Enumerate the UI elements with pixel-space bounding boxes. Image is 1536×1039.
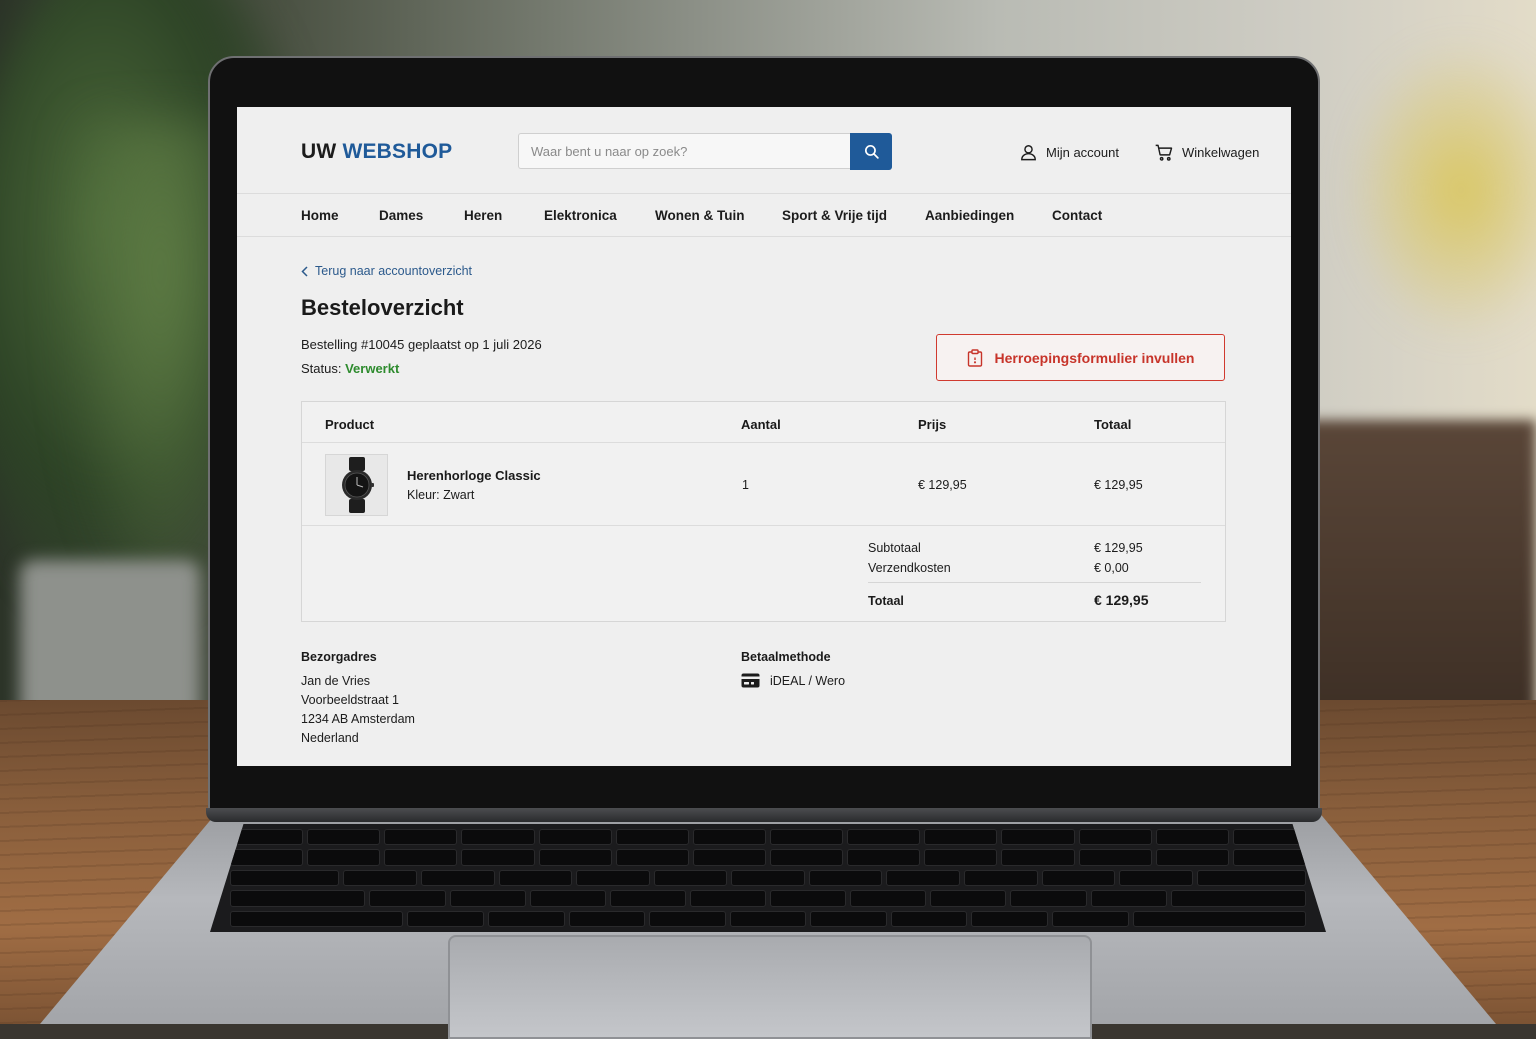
subtotal-label: Subtotaal xyxy=(868,541,921,555)
withdrawal-button-label: Herroepingsformulier invullen xyxy=(994,349,1195,366)
main-navigation: Home Dames Heren Elektronica Wonen & Tui… xyxy=(237,194,1291,237)
product-quantity: 1 xyxy=(742,478,749,492)
nav-item-wonen-tuin[interactable]: Wonen & Tuin xyxy=(655,208,744,223)
back-link-label: Terug naar accountoverzicht xyxy=(315,264,473,278)
logo-text-uw: UW xyxy=(301,140,337,163)
total-label: Totaal xyxy=(868,594,904,608)
page-title: Besteloverzicht xyxy=(301,295,464,320)
laptop-hinge xyxy=(206,808,1322,822)
nav-item-elektronica[interactable]: Elektronica xyxy=(544,208,617,223)
search-bar xyxy=(518,132,892,170)
order-status: Status: Verwerkt xyxy=(301,361,399,376)
site-logo[interactable]: UW WEBSHOP xyxy=(301,140,452,164)
clipboard-form-icon xyxy=(967,348,982,367)
nav-item-contact[interactable]: Contact xyxy=(1052,208,1102,223)
address-line-country: Nederland xyxy=(301,731,359,745)
laptop-keyboard xyxy=(210,824,1326,932)
payment-card-icon xyxy=(741,673,760,688)
header-divider xyxy=(302,442,1225,443)
product-total: € 129,95 xyxy=(1094,478,1143,492)
nav-item-aanbiedingen[interactable]: Aanbiedingen xyxy=(925,208,1014,223)
withdrawal-form-button[interactable]: Herroepingsformulier invullen xyxy=(936,334,1225,381)
user-icon xyxy=(1021,145,1036,161)
product-price: € 129,95 xyxy=(918,478,967,492)
payment-method: iDEAL / Wero xyxy=(741,673,845,688)
order-info: Bestelling #10045 geplaatst op 1 juli 20… xyxy=(301,337,542,352)
nav-item-home[interactable]: Home xyxy=(301,208,339,223)
nav-item-dames[interactable]: Dames xyxy=(379,208,423,223)
status-badge: Verwerkt xyxy=(345,361,400,376)
account-label: Mijn account xyxy=(1046,145,1119,160)
column-header-product: Product xyxy=(325,417,375,432)
payment-method-label: iDEAL / Wero xyxy=(770,673,846,688)
product-name[interactable]: Herenhorloge Classic xyxy=(407,468,541,483)
site-header: UW WEBSHOP Mijn account Winkelwagen xyxy=(237,107,1291,194)
laptop-screen: UW WEBSHOP Mijn account Winkelwagen Home… xyxy=(237,107,1291,766)
chevron-left-icon xyxy=(301,265,308,277)
address-line-street: Voorbeeldstraat 1 xyxy=(301,693,399,707)
logo-text-webshop: WEBSHOP xyxy=(342,140,453,163)
laptop-trackpad xyxy=(448,935,1092,1039)
delivery-address-title: Bezorgadres xyxy=(301,650,377,664)
account-link[interactable]: Mijn account xyxy=(1019,143,1119,162)
column-header-quantity: Aantal xyxy=(741,417,781,432)
cart-label: Winkelwagen xyxy=(1182,145,1260,160)
cart-icon xyxy=(1155,144,1173,161)
address-line-city: 1234 AB Amsterdam xyxy=(301,712,415,726)
nav-item-heren[interactable]: Heren xyxy=(464,208,502,223)
nav-item-sport[interactable]: Sport & Vrije tijd xyxy=(782,208,887,223)
column-header-price: Prijs xyxy=(918,417,947,432)
subtotal-value: € 129,95 xyxy=(1094,541,1143,555)
status-label: Status: xyxy=(301,361,342,376)
cart-link[interactable]: Winkelwagen xyxy=(1154,143,1259,162)
summary-divider xyxy=(868,582,1201,583)
column-header-total: Totaal xyxy=(1094,417,1132,432)
shipping-label: Verzendkosten xyxy=(868,561,951,575)
watch-image xyxy=(341,457,374,513)
search-button[interactable] xyxy=(850,132,892,170)
payment-method-title: Betaalmethode xyxy=(741,650,831,664)
search-icon xyxy=(864,144,879,159)
row-divider xyxy=(302,525,1225,526)
address-line-name: Jan de Vries xyxy=(301,674,371,688)
shipping-value: € 0,00 xyxy=(1094,561,1129,575)
order-table: Product Aantal Prijs Totaal Herenhorloge… xyxy=(301,401,1226,622)
back-link[interactable]: Terug naar accountoverzicht xyxy=(301,264,472,278)
total-value: € 129,95 xyxy=(1094,592,1149,608)
search-input[interactable] xyxy=(518,133,850,169)
product-variant: Kleur: Zwart xyxy=(407,488,475,502)
product-thumbnail[interactable] xyxy=(325,454,388,516)
